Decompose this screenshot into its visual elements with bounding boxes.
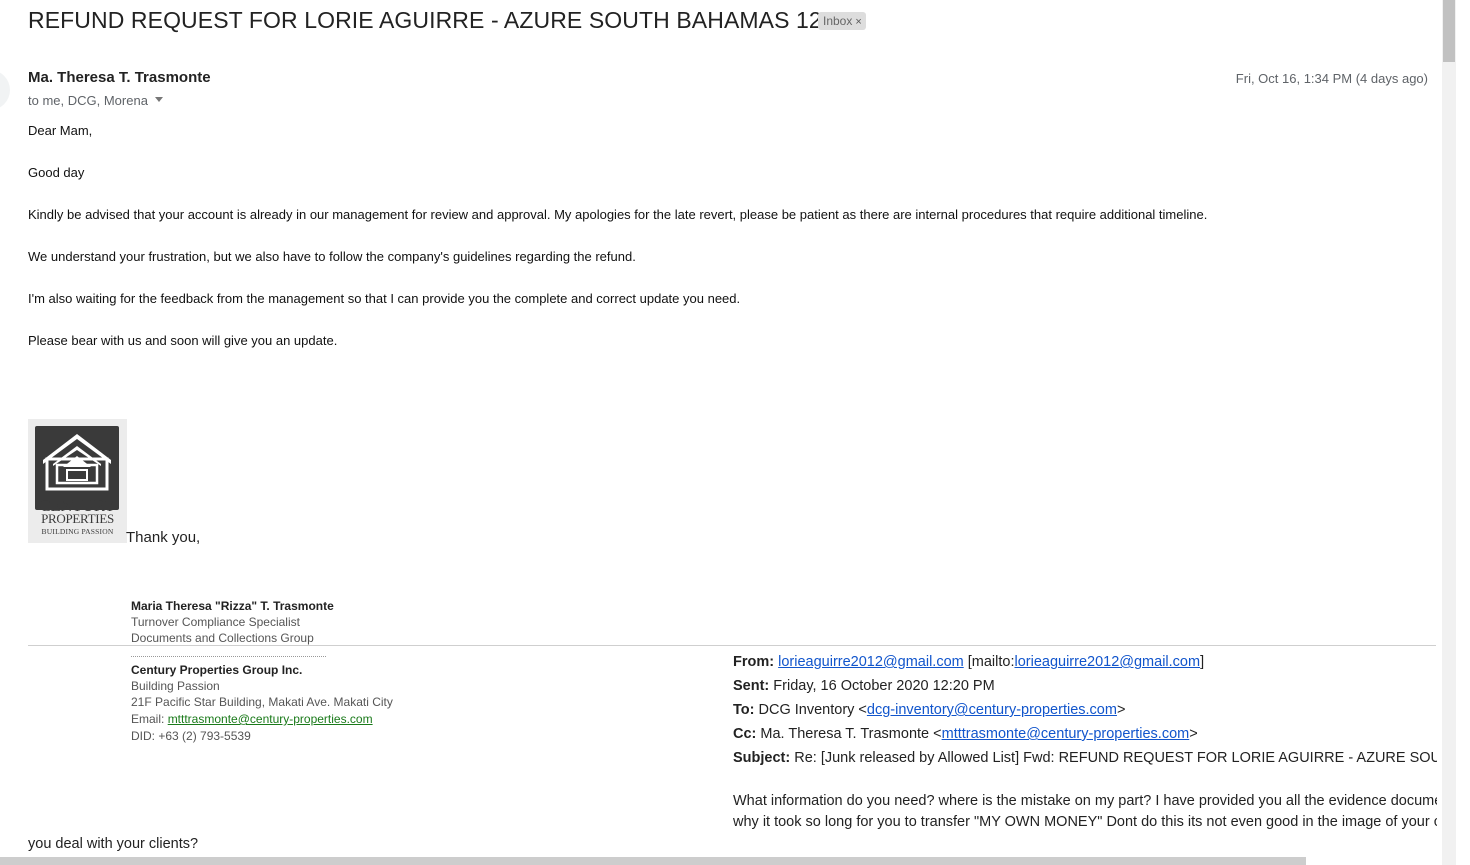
body-paragraph-1: Kindly be advised that your account is a… <box>28 207 1208 222</box>
quoted-from-email-link[interactable]: lorieaguirre2012@gmail.com <box>778 654 964 670</box>
quoted-from: From: lorieaguirre2012@gmail.com [mailto… <box>733 654 1437 670</box>
signature-address: 21F Pacific Star Building, Makati Ave. M… <box>131 695 393 709</box>
quoted-cc-suffix: > <box>1189 726 1198 742</box>
email-date: Fri, Oct 16, 1:34 PM (4 days ago) <box>1235 71 1428 86</box>
sender-avatar[interactable] <box>0 70 10 110</box>
quoted-sent-label: Sent: <box>733 678 770 694</box>
body-paragraph-2: We understand your frustration, but we a… <box>28 249 636 264</box>
recipients-text: to me, DCG, Morena <box>28 93 148 108</box>
quoted-subject-value: Re: [Junk released by Allowed List] Fwd:… <box>794 750 1437 766</box>
body-paragraph-3: I'm also waiting for the feedback from t… <box>28 291 741 306</box>
quoted-cc-label: Cc: <box>733 726 757 742</box>
vertical-scrollbar-thumb[interactable] <box>1443 0 1455 62</box>
label-chip-inbox[interactable]: Inbox × <box>818 12 866 30</box>
quoted-sent: Sent: Friday, 16 October 2020 12:20 PM <box>733 678 1437 694</box>
signature-department: Documents and Collections Group <box>131 631 314 645</box>
body-paragraph-4: Please bear with us and soon will give y… <box>28 333 338 348</box>
logo-text-tagline: BUILDING PASSION <box>41 527 114 536</box>
century-properties-logo: CENTURY PROPERTIES BUILDING PASSION <box>28 419 127 543</box>
remove-label-icon[interactable]: × <box>855 16 861 28</box>
closing-thanks: Thank you, <box>126 529 201 546</box>
vertical-scrollbar[interactable] <box>1442 0 1456 865</box>
quoted-subject: Subject: Re: [Junk released by Allowed L… <box>733 750 1437 766</box>
sender-name[interactable]: Ma. Theresa T. Trasmonte <box>28 69 211 86</box>
email-subject: REFUND REQUEST FOR LORIE AGUIRRE - AZURE… <box>28 7 848 33</box>
quoted-cc: Cc: Ma. Theresa T. Trasmonte <mtttrasmon… <box>733 726 1437 742</box>
horizontal-scrollbar[interactable] <box>0 857 1306 865</box>
quoted-cc-name: Ma. Theresa T. Trasmonte < <box>760 726 942 742</box>
quoted-from-label: From: <box>733 654 775 670</box>
quoted-body-line-3: you deal with your clients? <box>28 836 199 852</box>
signature-name: Maria Theresa "Rizza" T. Trasmonte <box>131 599 334 613</box>
quoted-mailto-prefix: [mailto: <box>963 654 1015 670</box>
quoted-body-line-2: why it took so long for you to transfer … <box>733 814 1437 830</box>
quoted-mailto-suffix: ] <box>1200 654 1205 670</box>
greeting: Dear Mam, <box>28 123 93 138</box>
show-details-chevron-icon[interactable] <box>154 97 163 103</box>
signature-divider <box>131 656 326 657</box>
signature-email-link[interactable]: mtttrasmonte@century-properties.com <box>168 712 373 726</box>
quoted-to-label: To: <box>733 702 755 718</box>
recipients-line[interactable]: to me, DCG, Morena <box>28 93 163 108</box>
quoted-cc-email-link[interactable]: mtttrasmonte@century-properties.com <box>942 726 1190 742</box>
quoted-mailto-link[interactable]: lorieaguirre2012@gmail.com <box>1014 654 1200 670</box>
logo-text-properties: PROPERTIES <box>41 511 114 526</box>
quoted-subject-label: Subject: <box>733 750 791 766</box>
signature-title: Turnover Compliance Specialist <box>131 615 300 629</box>
quoted-to-name: DCG Inventory < <box>758 702 867 718</box>
signature-tagline: Building Passion <box>131 679 220 693</box>
body-good-day: Good day <box>28 165 85 180</box>
signature-email-label: Email: <box>131 712 168 726</box>
quoted-to-email-link[interactable]: dcg-inventory@century-properties.com <box>867 702 1117 718</box>
signature-company: Century Properties Group Inc. <box>131 663 303 677</box>
signature-email-line: Email: mtttrasmonte@century-properties.c… <box>131 712 373 726</box>
quoted-divider <box>28 645 1436 646</box>
label-chip-text: Inbox <box>823 14 853 28</box>
quoted-sent-value: Friday, 16 October 2020 12:20 PM <box>773 678 995 694</box>
quoted-to: To: DCG Inventory <dcg-inventory@century… <box>733 702 1437 718</box>
signature-did: DID: +63 (2) 793-5539 <box>131 729 251 743</box>
quoted-to-suffix: > <box>1116 702 1126 718</box>
quoted-body-line-1: What information do you need? where is t… <box>733 793 1437 809</box>
